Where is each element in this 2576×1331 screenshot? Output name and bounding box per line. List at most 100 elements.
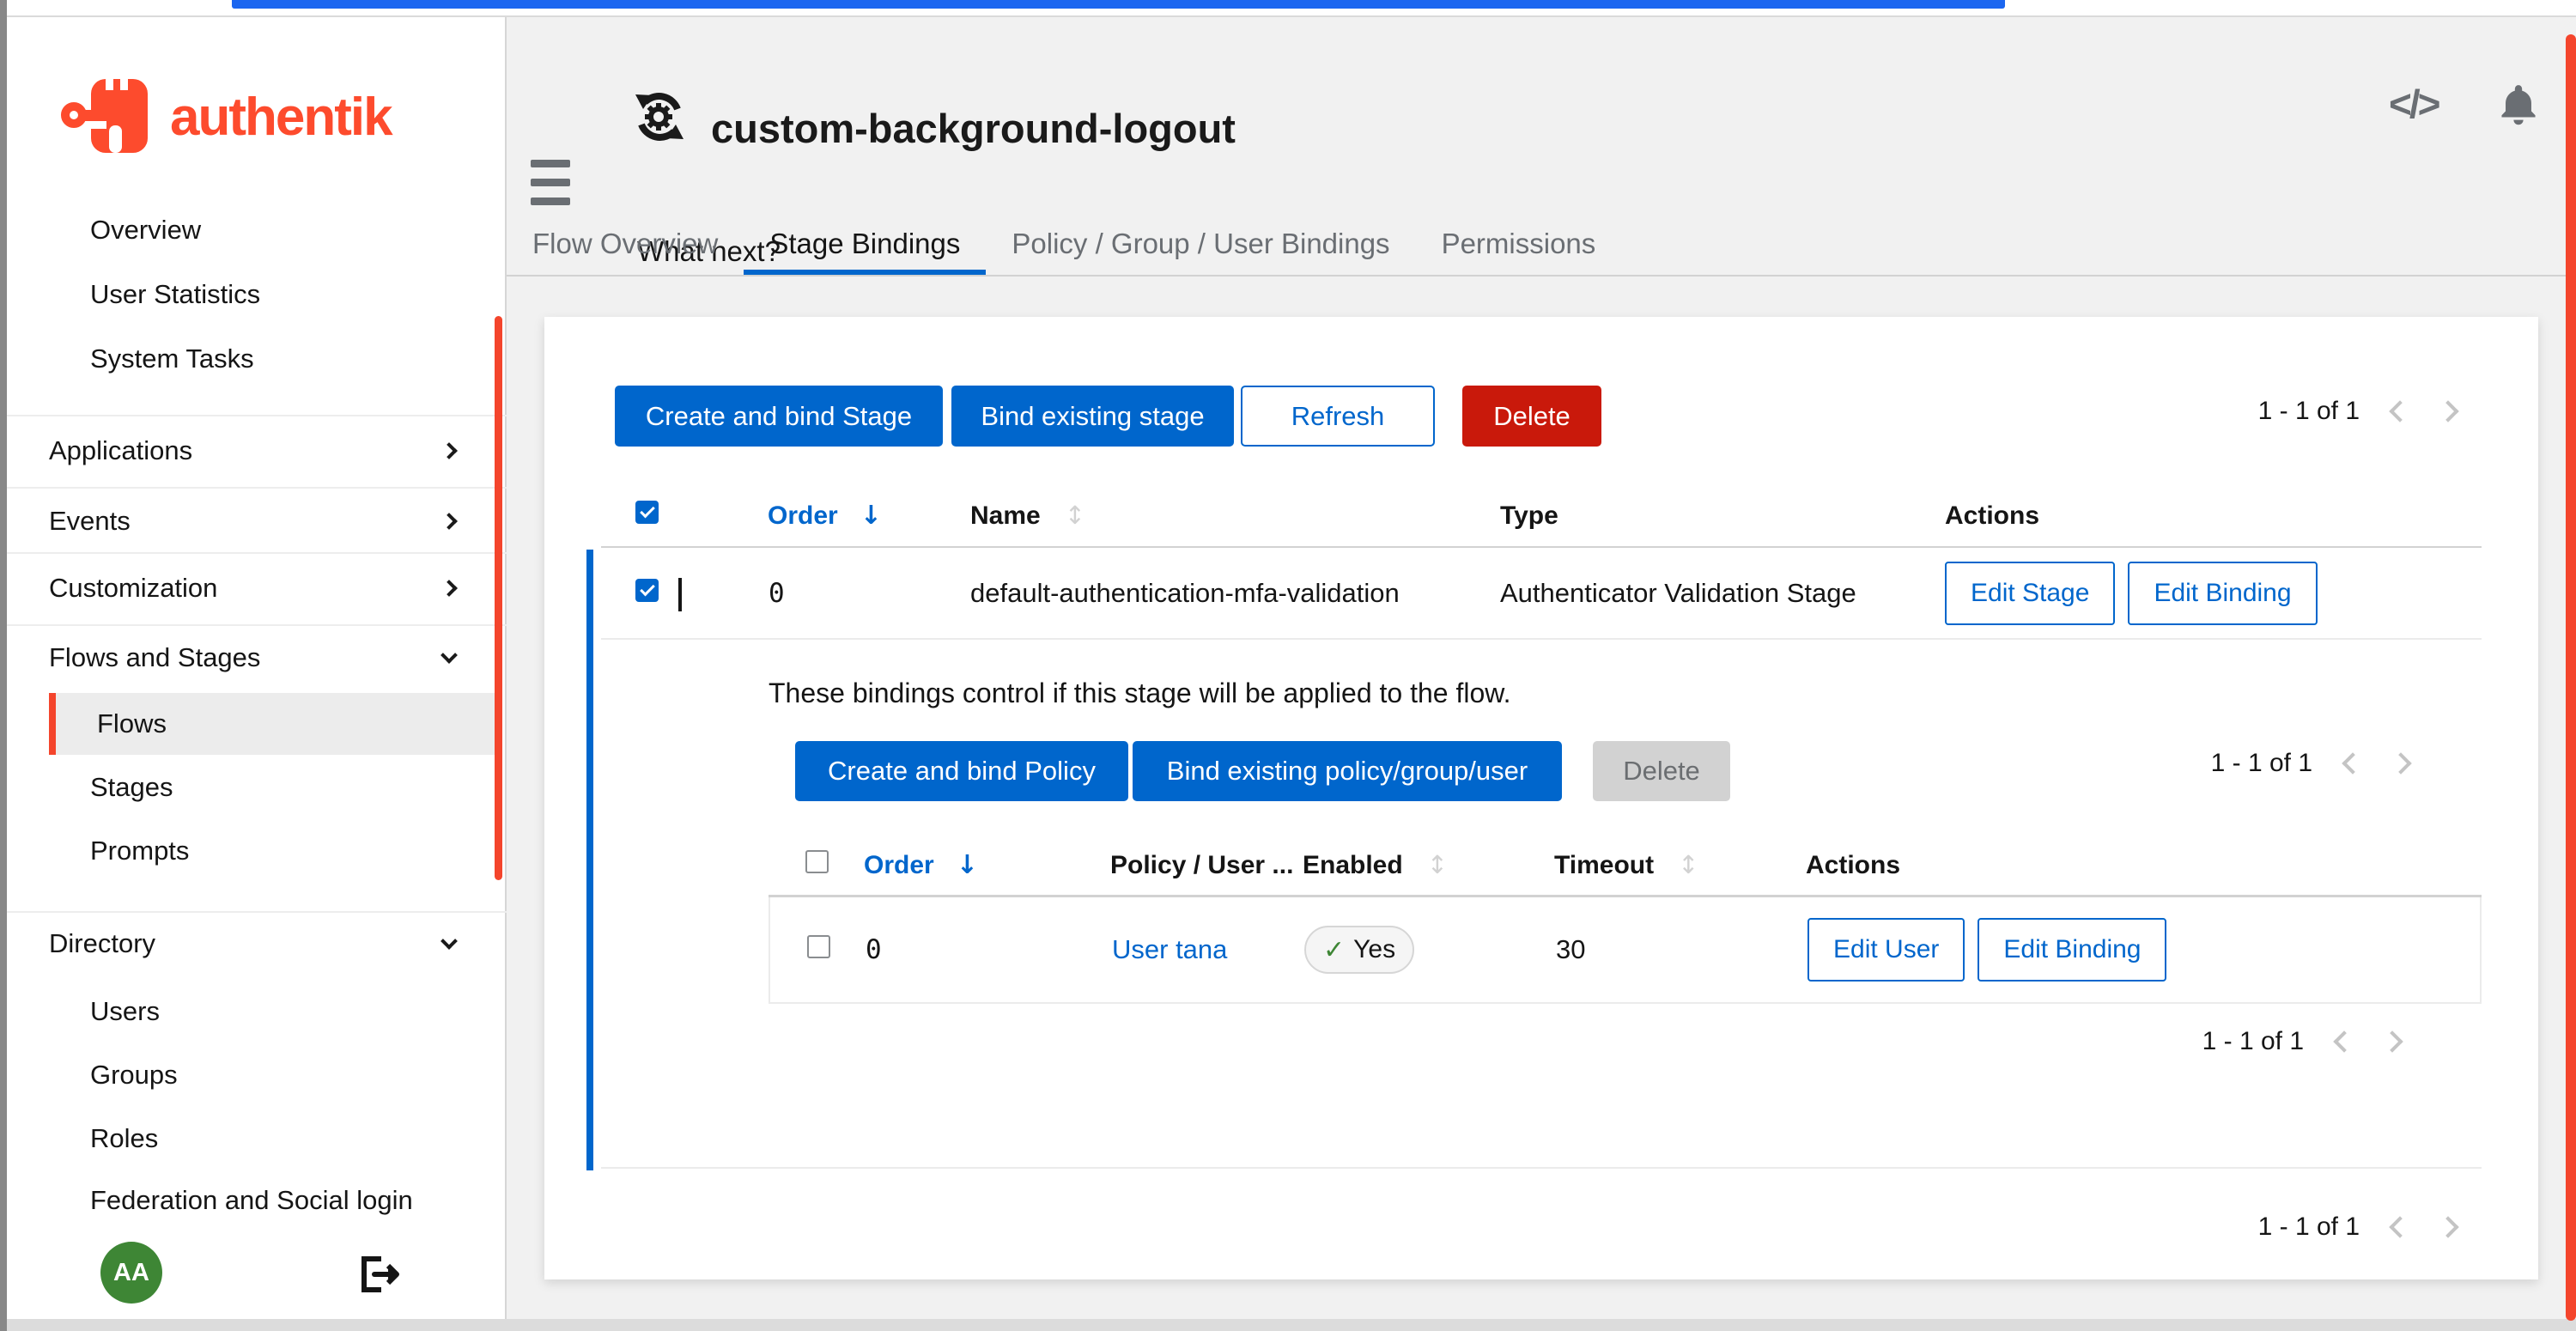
stage-table-row: 0 default-authentication-mfa-validation … <box>601 548 2482 640</box>
delete-button[interactable]: Delete <box>1462 386 1601 447</box>
column-header-policy-user: Policy / User ... <box>1099 851 1297 880</box>
authentik-logo-text: authentik <box>170 87 392 148</box>
pagination-next-icon[interactable] <box>2381 1030 2403 1052</box>
sidebar-item-system-tasks[interactable]: System Tasks <box>7 327 495 391</box>
edit-user-button[interactable]: Edit User <box>1807 918 1965 982</box>
api-code-icon[interactable]: </> <box>2389 81 2439 127</box>
column-header-actions: Actions <box>1799 851 2482 880</box>
sidebar: authentik Overview User Statistics Syste… <box>7 17 507 1319</box>
sidebar-item-roles[interactable]: Roles <box>7 1107 495 1170</box>
pagination-policy-bottom: 1 - 1 of 1 <box>2202 1024 2400 1059</box>
column-label: Order <box>768 501 838 530</box>
pagination-prev-icon[interactable] <box>2342 752 2363 774</box>
chevron-down-icon <box>440 933 458 950</box>
sidebar-item-stages[interactable]: Stages <box>7 756 495 819</box>
pagination-label: 1 - 1 of 1 <box>2202 1027 2304 1056</box>
tab-permissions[interactable]: Permissions <box>1416 215 1622 275</box>
sidebar-item-overview[interactable]: Overview <box>7 198 495 262</box>
row-order-value: 0 <box>852 934 1101 965</box>
collapse-chevron-icon[interactable] <box>678 578 682 611</box>
policy-table-row: 0 User tana ✓ Yes 30 Edit User Edit Bind… <box>769 897 2482 1004</box>
sidebar-toggle-button[interactable] <box>531 160 570 205</box>
column-header-order[interactable]: Order ↓ <box>850 850 1099 880</box>
stage-bindings-card: Create and bind Stage Bind existing stag… <box>544 317 2538 1279</box>
tab-flow-overview[interactable]: Flow Overview <box>507 215 744 275</box>
delete-policy-button-disabled[interactable]: Delete <box>1593 741 1730 801</box>
edit-stage-button[interactable]: Edit Stage <box>1945 562 2115 625</box>
column-header-timeout[interactable]: Timeout↕ <box>1546 850 1799 880</box>
select-all-checkbox[interactable] <box>635 501 659 524</box>
pagination-next-icon[interactable] <box>2390 752 2411 774</box>
refresh-button[interactable]: Refresh <box>1241 386 1435 447</box>
sidebar-item-user-statistics[interactable]: User Statistics <box>7 263 495 326</box>
pagination-next-icon[interactable] <box>2437 400 2458 422</box>
sidebar-group-applications[interactable]: Applications <box>7 419 495 483</box>
row-actions-cell: Edit User Edit Binding <box>1801 918 2480 982</box>
tab-policy-group-user-bindings[interactable]: Policy / Group / User Bindings <box>986 215 1415 275</box>
sidebar-item-federation[interactable]: Federation and Social login <box>7 1169 495 1232</box>
page-scrollbar[interactable] <box>2566 34 2576 1321</box>
bind-existing-stage-button[interactable]: Bind existing stage <box>951 386 1234 447</box>
expanded-row-accent <box>586 550 593 1170</box>
row-checkbox-cell <box>770 934 852 965</box>
tab-stage-bindings[interactable]: Stage Bindings <box>744 215 986 275</box>
sidebar-group-flows-and-stages[interactable]: Flows and Stages <box>7 626 495 690</box>
sort-icon: ↕ <box>1065 501 1085 530</box>
loading-bar <box>232 0 2005 9</box>
sidebar-group-events[interactable]: Events <box>7 489 495 553</box>
policy-user-link[interactable]: User tana <box>1101 934 1298 965</box>
pagination-prev-icon[interactable] <box>2333 1030 2354 1052</box>
sidebar-group-customization[interactable]: Customization <box>7 556 495 620</box>
create-and-bind-policy-button[interactable]: Create and bind Policy <box>795 741 1128 801</box>
authentik-admin-app: authentik Overview User Statistics Syste… <box>0 0 2576 1331</box>
chevron-down-icon <box>440 647 458 664</box>
column-header-enabled[interactable]: Enabled ↕ <box>1297 850 1546 880</box>
enabled-badge: ✓ Yes <box>1304 926 1414 974</box>
authentik-logo[interactable]: authentik <box>60 70 392 164</box>
create-and-bind-stage-button[interactable]: Create and bind Stage <box>615 386 943 447</box>
bind-existing-policy-button[interactable]: Bind existing policy/group/user <box>1133 741 1562 801</box>
check-icon: ✓ <box>1323 935 1345 965</box>
sort-icon: ↕ <box>1427 850 1448 879</box>
pagination-prev-icon[interactable] <box>2389 1216 2410 1237</box>
sort-icon: ↕ <box>1678 850 1698 879</box>
logout-icon[interactable] <box>359 1255 402 1293</box>
chevron-right-icon <box>440 580 458 597</box>
sidebar-item-prompts[interactable]: Prompts <box>7 819 495 883</box>
edit-binding-button[interactable]: Edit Binding <box>2128 562 2317 625</box>
sidebar-item-users[interactable]: Users <box>7 980 495 1043</box>
column-header-order[interactable]: Order ↓ <box>756 501 962 531</box>
tab-bar: Flow Overview Stage Bindings Policy / Gr… <box>507 215 2566 277</box>
row-checkbox[interactable] <box>635 579 659 602</box>
sidebar-divider <box>7 552 507 554</box>
pagination-top: 1 - 1 of 1 <box>2258 394 2456 428</box>
sidebar-item-flows-active[interactable]: Flows <box>49 693 495 755</box>
hamburger-bar <box>531 198 570 205</box>
row-order-value: 0 <box>756 578 962 609</box>
select-all-checkbox[interactable] <box>805 850 829 873</box>
sort-desc-icon: ↓ <box>860 501 882 531</box>
edit-binding-button[interactable]: Edit Binding <box>1978 918 2166 982</box>
pagination-bottom: 1 - 1 of 1 <box>2258 1210 2456 1244</box>
notifications-bell-icon[interactable] <box>2497 82 2540 131</box>
row-checkbox[interactable] <box>807 935 830 958</box>
pagination-next-icon[interactable] <box>2437 1216 2458 1237</box>
sidebar-group-label: Events <box>49 506 131 537</box>
sidebar-group-directory[interactable]: Directory <box>7 912 495 975</box>
pagination-prev-icon[interactable] <box>2389 400 2410 422</box>
avatar[interactable]: AA <box>100 1242 162 1304</box>
column-header-type: Type <box>1494 501 1932 531</box>
column-label: Order <box>864 851 934 879</box>
pagination-label: 1 - 1 of 1 <box>2211 749 2312 778</box>
column-label: Enabled <box>1303 851 1403 879</box>
sidebar-item-groups[interactable]: Groups <box>7 1043 495 1107</box>
sidebar-divider <box>7 415 507 416</box>
column-header-name[interactable]: Name↕ <box>962 501 1494 531</box>
sort-desc-icon: ↓ <box>957 850 978 880</box>
sidebar-scrollbar[interactable] <box>495 316 502 880</box>
chevron-right-icon <box>440 442 458 459</box>
row-expander-cell <box>678 578 756 609</box>
process-automation-icon <box>634 89 685 149</box>
sidebar-group-label: Directory <box>49 928 155 959</box>
select-all-checkbox-cell <box>601 501 678 531</box>
